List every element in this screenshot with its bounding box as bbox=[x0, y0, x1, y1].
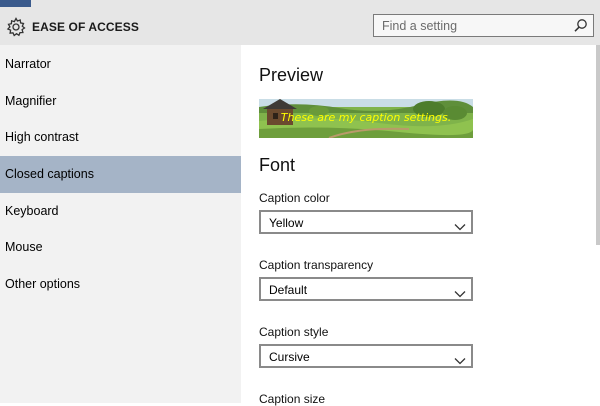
sidebar-item-other-options[interactable]: Other options bbox=[0, 266, 241, 303]
caption-color-value: Yellow bbox=[269, 216, 304, 230]
sidebar-item-keyboard[interactable]: Keyboard bbox=[0, 193, 241, 230]
caption-style-label: Caption style bbox=[259, 325, 329, 339]
gear-icon bbox=[6, 17, 26, 37]
preview-caption-text: These are my caption settings. bbox=[280, 111, 452, 124]
sidebar-item-high-contrast[interactable]: High contrast bbox=[0, 119, 241, 156]
window-tab[interactable] bbox=[0, 0, 31, 7]
sidebar-item-magnifier[interactable]: Magnifier bbox=[0, 83, 241, 120]
caption-transparency-label: Caption transparency bbox=[259, 258, 374, 272]
chevron-down-icon bbox=[454, 352, 466, 365]
chevron-down-icon bbox=[454, 285, 466, 298]
chevron-down-icon bbox=[454, 218, 466, 231]
search-icon[interactable] bbox=[573, 18, 588, 33]
sidebar-item-closed-captions[interactable]: Closed captions bbox=[0, 156, 241, 193]
caption-transparency-value: Default bbox=[269, 283, 308, 297]
caption-color-dropdown[interactable]: Yellow bbox=[259, 210, 473, 234]
font-heading: Font bbox=[259, 155, 296, 175]
title-bar: EASE OF ACCESS bbox=[0, 0, 600, 45]
search-box[interactable] bbox=[373, 14, 594, 37]
caption-style-dropdown[interactable]: Cursive bbox=[259, 344, 473, 368]
caption-preview: These are my caption settings. bbox=[259, 99, 473, 138]
sidebar-item-narrator[interactable]: Narrator bbox=[0, 46, 241, 83]
caption-style-value: Cursive bbox=[269, 350, 310, 364]
caption-size-label: Caption size bbox=[259, 392, 326, 406]
search-input[interactable] bbox=[374, 15, 572, 36]
main-content: Preview These are my caption settings. F… bbox=[241, 45, 600, 406]
caption-color-label: Caption color bbox=[259, 191, 330, 205]
preview-heading: Preview bbox=[259, 65, 324, 85]
caption-transparency-dropdown[interactable]: Default bbox=[259, 277, 473, 301]
scrollbar[interactable] bbox=[596, 45, 600, 245]
sidebar-item-mouse[interactable]: Mouse bbox=[0, 229, 241, 266]
app-title: EASE OF ACCESS bbox=[32, 20, 139, 34]
sidebar: Narrator Magnifier High contrast Closed … bbox=[0, 45, 241, 403]
